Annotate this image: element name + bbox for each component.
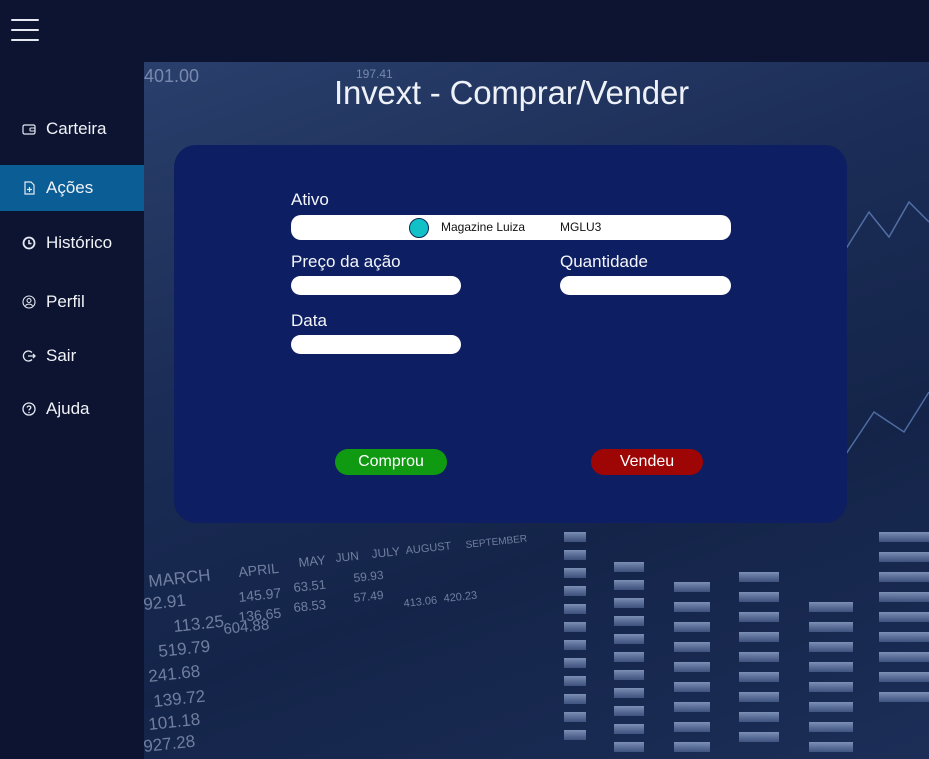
svg-text:JUN: JUN: [335, 549, 360, 565]
ativo-status-dot-icon: [409, 218, 429, 238]
logout-icon: [22, 349, 36, 363]
svg-text:MARCH: MARCH: [147, 566, 211, 591]
svg-text:101.18: 101.18: [147, 710, 201, 734]
trade-form-card: [174, 145, 847, 523]
wallet-icon: [22, 122, 36, 136]
page-title: Invext - Comprar/Vender: [334, 74, 689, 111]
svg-text:145.97: 145.97: [238, 585, 282, 605]
svg-text:927.28: 927.28: [144, 732, 196, 756]
quantidade-input[interactable]: [560, 276, 731, 295]
svg-text:92.91: 92.91: [144, 591, 187, 614]
user-circle-icon: [22, 295, 36, 309]
clock-icon: [22, 236, 36, 250]
sidebar-item-label: Histórico: [46, 233, 113, 252]
svg-text:113.25: 113.25: [172, 612, 224, 636]
sidebar-item-label: Carteira: [46, 119, 107, 138]
data-label: Data: [291, 311, 327, 330]
vendeu-button[interactable]: Vendeu: [591, 449, 703, 475]
svg-text:MAY: MAY: [298, 552, 327, 570]
sidebar-item-ajuda[interactable]: Ajuda: [0, 386, 144, 432]
hamburger-menu-icon[interactable]: [11, 19, 39, 41]
sidebar: Carteira Ações Histórico Perfil Sair Aju…: [0, 62, 144, 759]
svg-text:59.93: 59.93: [353, 568, 385, 585]
sidebar-item-label: Perfil: [46, 292, 85, 311]
svg-text:136.65: 136.65: [238, 605, 282, 625]
svg-text:AUGUST: AUGUST: [405, 540, 452, 557]
svg-text:JULY: JULY: [371, 544, 401, 561]
svg-text:68.53: 68.53: [293, 597, 327, 615]
quantidade-label: Quantidade: [560, 252, 648, 271]
svg-text:APRIL: APRIL: [238, 560, 280, 580]
data-input[interactable]: [291, 335, 461, 354]
sidebar-item-carteira[interactable]: Carteira: [0, 106, 144, 152]
sidebar-item-label: Ajuda: [46, 399, 90, 418]
preco-label: Preço da ação: [291, 252, 401, 271]
svg-text:SEPTEMBER: SEPTEMBER: [465, 534, 527, 551]
svg-text:519.79: 519.79: [157, 637, 211, 661]
svg-text:63.51: 63.51: [293, 577, 327, 595]
sidebar-item-acoes[interactable]: Ações: [0, 165, 144, 211]
sidebar-item-label: Ações: [46, 178, 94, 197]
svg-text:413.06: 413.06: [403, 595, 438, 610]
sidebar-item-sair[interactable]: Sair: [0, 333, 144, 379]
ativo-select[interactable]: Magazine Luiza MGLU3: [291, 215, 731, 240]
ativo-ticker: MGLU3: [560, 220, 602, 234]
ativo-name: Magazine Luiza: [441, 220, 526, 234]
svg-text:139.72: 139.72: [152, 687, 206, 711]
svg-text:241.68: 241.68: [147, 662, 201, 686]
sidebar-item-historico[interactable]: Histórico: [0, 220, 144, 266]
svg-text:401.00: 401.00: [144, 66, 199, 86]
comprou-button[interactable]: Comprou: [335, 449, 447, 475]
document-plus-icon: [22, 181, 36, 195]
help-circle-icon: [22, 402, 36, 416]
ativo-label: Ativo: [291, 190, 329, 209]
svg-text:57.49: 57.49: [353, 588, 385, 605]
top-bar: [0, 0, 929, 62]
sidebar-item-label: Sair: [46, 346, 77, 365]
sidebar-item-perfil[interactable]: Perfil: [0, 279, 144, 325]
preco-input[interactable]: [291, 276, 461, 295]
svg-text:420.23: 420.23: [443, 590, 478, 605]
